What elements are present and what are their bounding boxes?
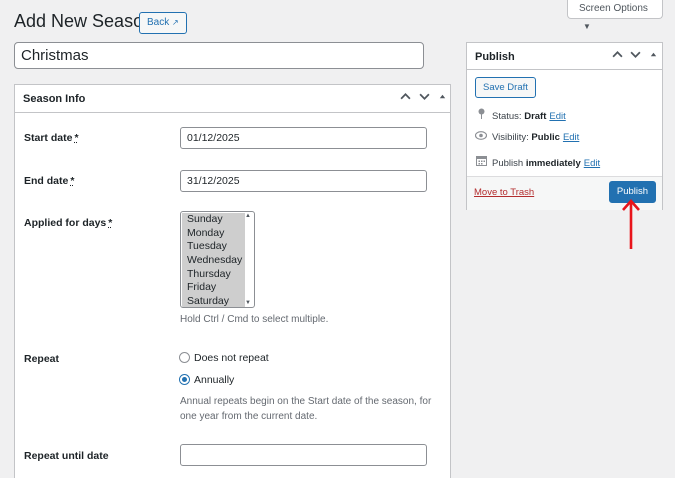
repeat-hint-line-1: Annual repeats begin on the Start date o…	[180, 396, 432, 407]
schedule-edit-link[interactable]: Edit	[584, 158, 600, 169]
back-button-label: Back	[147, 17, 170, 28]
scroll-up-icon[interactable]: ▲	[245, 213, 251, 219]
page-title: Add New Season	[14, 11, 154, 31]
screen-options-label: Screen Options	[579, 3, 648, 14]
external-arrow-icon: ↗	[172, 18, 179, 27]
radio-does-not-repeat[interactable]	[179, 352, 190, 363]
scroll-down-icon[interactable]: ▼	[245, 300, 251, 306]
season-info-title: Season Info	[23, 93, 86, 105]
publish-header: Publish	[467, 43, 662, 70]
day-option[interactable]: Thursday	[182, 267, 245, 282]
title-input[interactable]: Christmas	[14, 42, 424, 69]
save-draft-button[interactable]: Save Draft	[475, 77, 536, 98]
day-option[interactable]: Friday	[182, 281, 245, 296]
caret-up-icon[interactable]	[649, 49, 658, 63]
repeat-label: Repeat	[24, 353, 60, 365]
calendar-icon	[475, 155, 487, 169]
day-option[interactable]: Sunday	[182, 213, 245, 227]
day-option[interactable]: Saturday	[182, 295, 245, 307]
radio-annually-label[interactable]: Annually	[194, 374, 234, 386]
visibility-edit-link[interactable]: Edit	[563, 132, 579, 143]
status-row: Status: Draft Edit	[475, 108, 566, 122]
start-date-label: Start date *	[24, 132, 79, 144]
repeat-hint-line-2: one year from the current date.	[180, 411, 318, 422]
season-info-header: Season Info	[15, 85, 450, 113]
caret-up-icon[interactable]	[438, 91, 447, 105]
day-option[interactable]: Monday	[182, 226, 245, 241]
radio-does-not-repeat-label[interactable]: Does not repeat	[194, 352, 269, 364]
chevron-down-icon[interactable]	[630, 49, 641, 63]
schedule-row: Publish immediately Edit	[475, 155, 600, 169]
repeat-until-input[interactable]	[180, 444, 427, 466]
back-button[interactable]: Back ↗	[139, 12, 187, 34]
status-edit-link[interactable]: Edit	[549, 111, 565, 122]
visibility-row: Visibility: Public Edit	[474, 131, 579, 143]
end-date-label: End date *	[24, 175, 75, 187]
day-option[interactable]: Wednesday	[182, 254, 245, 268]
radio-annually[interactable]	[179, 374, 190, 385]
days-multiselect[interactable]: Sunday Monday Tuesday Wednesday Thursday…	[180, 211, 255, 308]
chevron-down-icon[interactable]	[419, 91, 430, 105]
move-to-trash-link[interactable]: Move to Trash	[474, 187, 534, 198]
screen-options-button[interactable]: Screen Options ▼	[567, 0, 663, 31]
publish-box: Publish Save Draft Status: Draft Edit Vis…	[466, 42, 663, 210]
applied-days-label: Applied for days *	[24, 217, 113, 229]
days-scrollbar[interactable]: ▲ ▼	[244, 212, 254, 307]
season-info-box: Season Info Start date * 01/12/2025 End d…	[14, 84, 451, 478]
start-date-input[interactable]: 01/12/2025	[180, 127, 427, 149]
end-date-input[interactable]: 31/12/2025	[180, 170, 427, 192]
caret-down-icon: ▼	[583, 22, 591, 31]
publish-title: Publish	[475, 51, 515, 63]
chevron-up-icon[interactable]	[612, 49, 623, 63]
annotation-arrow-icon	[622, 199, 640, 249]
day-option[interactable]: Tuesday	[182, 240, 245, 255]
repeat-until-label: Repeat until date	[24, 450, 109, 462]
eye-icon	[474, 131, 488, 143]
chevron-up-icon[interactable]	[400, 91, 411, 105]
days-hint: Hold Ctrl / Cmd to select multiple.	[180, 314, 329, 325]
pin-icon	[475, 108, 487, 122]
